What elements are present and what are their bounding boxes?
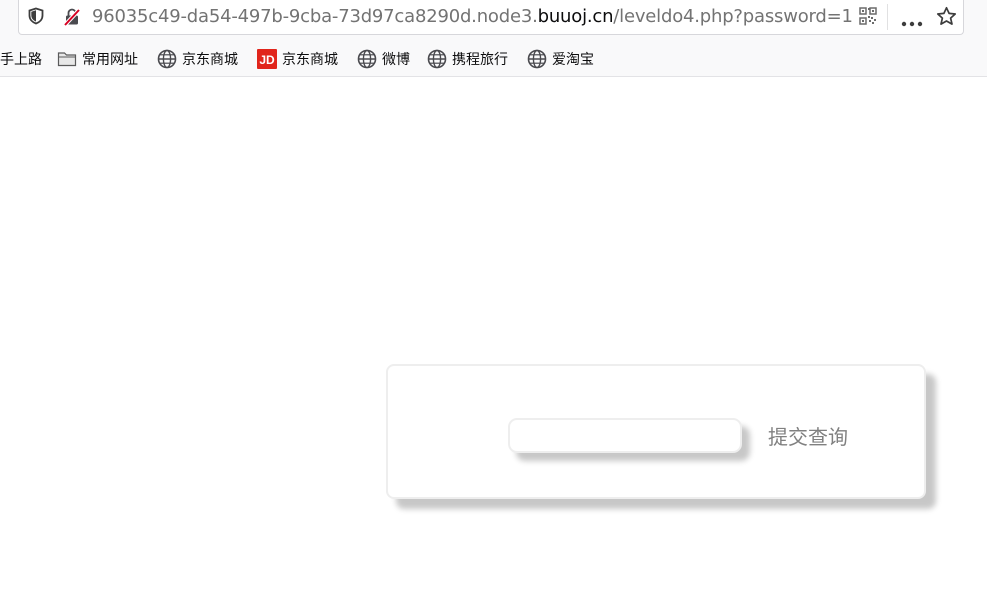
password-input[interactable] <box>508 418 742 453</box>
qr-code-icon[interactable] <box>859 7 877 30</box>
globe-icon <box>427 49 447 69</box>
shield-icon[interactable] <box>27 7 45 30</box>
bookmark-item[interactable]: 微博 <box>357 49 410 69</box>
svg-text:JD: JD <box>259 53 275 67</box>
bookmark-item[interactable]: 携程旅行 <box>427 49 508 69</box>
bookmark-star-icon[interactable] <box>936 6 957 32</box>
bookmark-label: 微博 <box>382 51 410 67</box>
bookmark-label: 携程旅行 <box>452 51 508 67</box>
jd-logo-icon: JD <box>257 49 277 69</box>
folder-icon <box>57 49 77 69</box>
url-domain: buuoj.cn <box>537 6 614 27</box>
bookmark-item[interactable]: JD 京东商城 <box>257 49 338 69</box>
bookmark-label: 京东商城 <box>282 51 338 67</box>
bookmark-label: 京东商城 <box>182 51 238 67</box>
url-text[interactable]: 96035c49-da54-497b-9cba-73d97ca8290d.nod… <box>92 6 853 27</box>
globe-icon <box>157 49 177 69</box>
insecure-lock-icon[interactable] <box>62 7 82 32</box>
submit-query-button[interactable]: 提交查询 <box>768 420 848 450</box>
bookmark-folder[interactable]: 常用网址 <box>57 49 138 69</box>
url-prefix: 96035c49-da54-497b-9cba-73d97ca8290d.nod… <box>92 6 538 27</box>
bookmark-item[interactable]: 京东商城 <box>157 49 238 69</box>
globe-icon <box>357 49 377 69</box>
more-options-icon[interactable] <box>901 14 923 32</box>
bookmark-item[interactable]: 手上路 <box>0 49 42 69</box>
address-bar[interactable]: 96035c49-da54-497b-9cba-73d97ca8290d.nod… <box>18 0 964 35</box>
bookmark-label: 常用网址 <box>82 51 138 67</box>
urlbar-divider <box>887 4 888 30</box>
globe-icon <box>527 49 547 69</box>
browser-toolbar: 96035c49-da54-497b-9cba-73d97ca8290d.nod… <box>0 0 987 40</box>
bookmark-label: 爱淘宝 <box>552 51 594 67</box>
bookmark-item[interactable]: 爱淘宝 <box>527 49 594 69</box>
url-path: /leveldo4.php?password=1 <box>613 6 853 27</box>
password-form-card: 提交查询 <box>386 364 926 499</box>
bookmark-label: 手上路 <box>0 51 42 67</box>
bookmarks-bar: 手上路 常用网址 京东商城 JD 京东商城 微博 携程旅行 爱淘宝 <box>0 40 987 77</box>
